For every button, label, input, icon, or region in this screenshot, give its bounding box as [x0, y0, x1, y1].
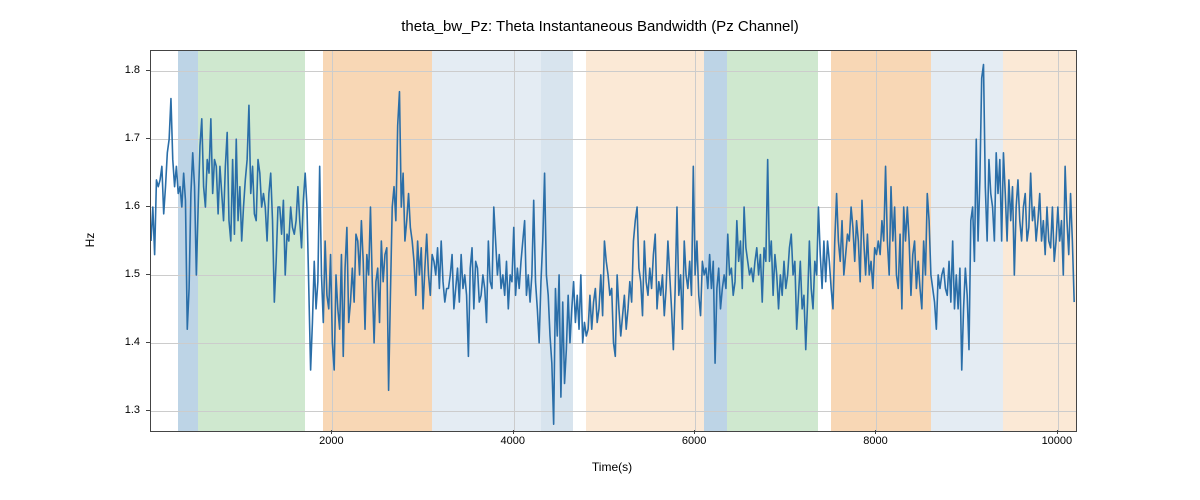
x-tickmark: [694, 430, 695, 434]
plot-area: [150, 50, 1077, 432]
y-tickmark: [146, 138, 150, 139]
x-tickmark: [1057, 430, 1058, 434]
y-tickmark: [146, 70, 150, 71]
y-tick-label: 1.6: [100, 200, 140, 212]
x-tickmark: [513, 430, 514, 434]
chart-container: 1.31.41.51.61.71.8200040006000800010000: [150, 50, 1075, 430]
x-axis-label: Time(s): [592, 460, 632, 474]
y-tick-label: 1.3: [100, 404, 140, 416]
y-tickmark: [146, 206, 150, 207]
y-tick-label: 1.8: [100, 64, 140, 76]
x-tick-label: 2000: [319, 435, 343, 447]
y-tick-label: 1.4: [100, 336, 140, 348]
y-tick-label: 1.5: [100, 268, 140, 280]
x-tickmark: [875, 430, 876, 434]
x-tick-label: 8000: [863, 435, 887, 447]
line-trace: [151, 51, 1076, 431]
x-tick-label: 6000: [682, 435, 706, 447]
x-tick-label: 4000: [500, 435, 524, 447]
x-tickmark: [331, 430, 332, 434]
y-tick-label: 1.7: [100, 132, 140, 144]
y-tickmark: [146, 274, 150, 275]
x-tick-label: 10000: [1042, 435, 1073, 447]
y-tickmark: [146, 342, 150, 343]
y-axis-label: Hz: [83, 233, 97, 248]
chart-title: theta_bw_Pz: Theta Instantaneous Bandwid…: [0, 18, 1200, 35]
y-tickmark: [146, 410, 150, 411]
